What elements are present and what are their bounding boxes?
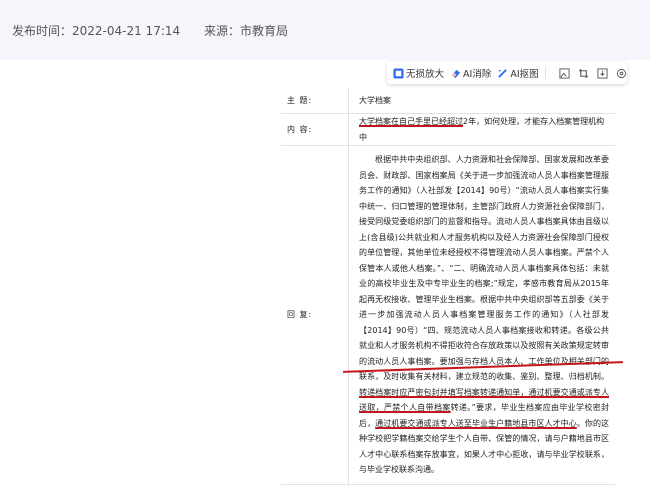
ai-cutout-button[interactable]: AI抠图 — [497, 66, 539, 80]
image-toolbar: 无损放大 AI消除 AI抠图 — [387, 62, 627, 84]
settings-icon — [616, 68, 626, 78]
ai-erase-label: AI消除 — [463, 69, 492, 80]
reply-underlined-2: 通过机要交通或派专人送至毕业生户籍地县市区人才中心 — [375, 418, 577, 428]
article-meta: 发布时间：2022-04-21 17:14 来源：市教育局 — [12, 22, 308, 39]
image-edit-icon — [559, 67, 570, 79]
ai-erase-button[interactable]: AI消除 — [450, 66, 491, 80]
reply-label: 回 复: — [281, 145, 349, 485]
ai-cutout-label: AI抠图 — [510, 69, 539, 80]
download-icon — [597, 67, 608, 79]
lossless-zoom-icon — [393, 67, 404, 79]
reply-row: 回 复: 根据中共中央组织部、人力资源和社会保障部、国家发展和改革委员会、财政部… — [281, 145, 615, 485]
ai-cutout-icon — [498, 68, 508, 78]
content-label: 内 容: — [281, 113, 349, 146]
source: 来源：市教育局 — [203, 24, 288, 38]
content-row: 内 容: 大学档案在自己手里已经超过2年，如何处理，才能存入档案管理机构中 — [281, 113, 615, 146]
subject-label: 主 题: — [281, 89, 349, 114]
download-button[interactable] — [596, 67, 608, 79]
article-meta-bar: 发布时间：2022-04-21 17:14 来源：市教育局 — [0, 0, 650, 60]
subject-value: 大学档案 — [348, 89, 615, 114]
lossless-zoom-label: 无损放大 — [406, 69, 445, 80]
content-underlined-text: 大学档案在自己手里已经超过 — [359, 117, 463, 126]
document-table: 主 题: 大学档案 内 容: 大学档案在自己手里已经超过2年，如何处理，才能存入… — [281, 89, 615, 485]
image-edit-button[interactable] — [559, 67, 571, 79]
lossless-zoom-button[interactable]: 无损放大 — [393, 66, 444, 80]
reply-text: 根据中共中央组织部、人力资源和社会保障部、国家发展和改革委员会、财政部、国家档案… — [348, 145, 615, 485]
crop-button[interactable] — [577, 67, 589, 79]
publish-time: 发布时间：2022-04-21 17:14 — [12, 24, 181, 38]
subject-row: 主 题: 大学档案 — [281, 89, 615, 114]
toolbar-divider — [544, 67, 546, 79]
reply-text-part1: 根据中共中央组织部、人力资源和社会保障部、国家发展和改革委员会、财政部、国家档案… — [359, 155, 609, 381]
settings-button[interactable] — [615, 67, 627, 79]
crop-icon — [578, 68, 588, 78]
ai-erase-icon — [451, 69, 461, 78]
content-value: 大学档案在自己手里已经超过2年，如何处理，才能存入档案管理机构中 — [348, 113, 615, 146]
